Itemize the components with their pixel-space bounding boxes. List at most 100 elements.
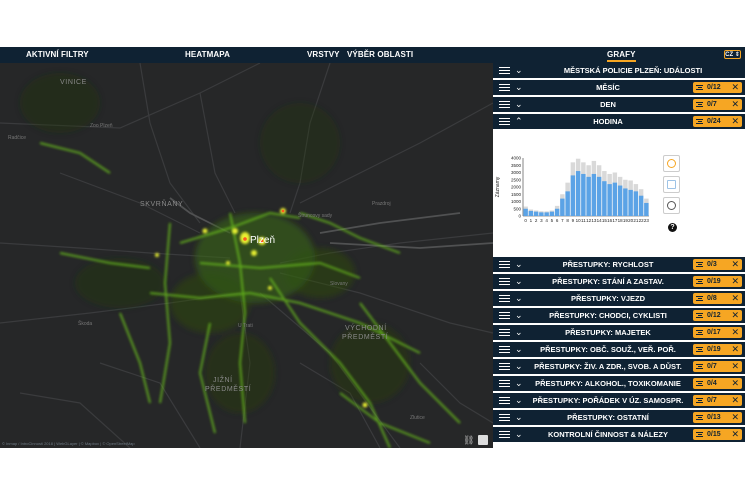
filter-count: 0/19 bbox=[707, 277, 721, 285]
clear-filter-icon[interactable]: ✕ bbox=[731, 344, 739, 355]
filter-count-badge[interactable]: 0/17 ✕ bbox=[693, 327, 742, 338]
filter-count-badge[interactable]: 0/12 ✕ bbox=[693, 82, 742, 93]
link-icon[interactable]: ⛓ bbox=[463, 435, 474, 445]
filter-count-badge[interactable]: 0/3 ✕ bbox=[693, 259, 742, 270]
filter-count-badge[interactable]: 0/15 ✕ bbox=[693, 429, 742, 440]
filter-row[interactable]: ⌄ DEN 0/7 ✕ bbox=[493, 97, 745, 112]
chevron-icon[interactable]: ⌄ bbox=[515, 428, 523, 440]
filter-row[interactable]: ⌄ PŘESTUPKY: OSTATNÍ 0/13 ✕ bbox=[493, 410, 745, 425]
drag-handle-icon[interactable] bbox=[499, 101, 510, 108]
drag-handle-icon[interactable] bbox=[499, 67, 510, 74]
filter-count-badge[interactable]: 0/24 ✕ bbox=[693, 116, 742, 127]
language-switch[interactable]: CZ ⇕ bbox=[724, 50, 741, 59]
reset-tool[interactable] bbox=[663, 197, 680, 214]
nav-area-selection[interactable]: VÝBĚR OBLASTI bbox=[347, 50, 413, 59]
label-jizni: JIŽNÍ bbox=[213, 377, 233, 384]
drag-handle-icon[interactable] bbox=[499, 118, 510, 125]
filter-row[interactable]: ⌄ MĚSÍC 0/12 ✕ bbox=[493, 80, 745, 95]
filter-row[interactable]: ⌃ HODINA 0/24 ✕ bbox=[493, 114, 745, 129]
filter-count-badge[interactable]: 0/19 ✕ bbox=[693, 344, 742, 355]
chevron-icon[interactable]: ⌄ bbox=[515, 275, 523, 287]
map-attribution[interactable]: © Inmap / IntroCinnosti 2018 | WebGLayer… bbox=[2, 441, 135, 446]
drag-handle-icon[interactable] bbox=[499, 346, 510, 353]
filter-count-badge[interactable]: 0/13 ✕ bbox=[693, 412, 742, 423]
filter-icon bbox=[696, 296, 703, 301]
drag-handle-icon[interactable] bbox=[499, 84, 510, 91]
chevron-icon[interactable]: ⌄ bbox=[515, 258, 523, 270]
clear-filter-icon[interactable]: ✕ bbox=[731, 361, 739, 372]
clear-filter-icon[interactable]: ✕ bbox=[731, 259, 739, 270]
nav-heatmap[interactable]: HEATMAPA bbox=[185, 50, 230, 59]
chevron-icon[interactable]: ⌄ bbox=[515, 394, 523, 406]
filter-count-badge[interactable]: 0/8 ✕ bbox=[693, 293, 742, 304]
x-tick-label: 23 bbox=[644, 218, 650, 223]
filter-count-badge[interactable]: 0/12 ✕ bbox=[693, 310, 742, 321]
filter-row[interactable]: ⌄ PŘESTUPKY: ALKOHOL., TOXIKOMANIE 0/4 ✕ bbox=[493, 376, 745, 391]
filter-row[interactable]: ⌄ PŘESTUPKY: CHODCI, CYKLISTI 0/12 ✕ bbox=[493, 308, 745, 323]
filter-row[interactable]: ⌄ PŘESTUPKY: MAJETEK 0/17 ✕ bbox=[493, 325, 745, 340]
drag-handle-icon[interactable] bbox=[499, 397, 510, 404]
drag-handle-icon[interactable] bbox=[499, 278, 510, 285]
filter-count-badge[interactable]: 0/4 ✕ bbox=[693, 378, 742, 389]
heatmap-map[interactable]: Plzeň VINICE Zoo Plzeň Radčice SKVRŇANY … bbox=[0, 63, 493, 448]
chevron-icon[interactable]: ⌄ bbox=[515, 343, 523, 355]
clear-filter-icon[interactable]: ✕ bbox=[731, 116, 739, 127]
chevron-icon[interactable]: ⌄ bbox=[515, 309, 523, 321]
filter-count-badge[interactable]: 0/7 ✕ bbox=[693, 361, 742, 372]
nav-layers[interactable]: VRSTVY bbox=[307, 50, 340, 59]
clear-filter-icon[interactable]: ✕ bbox=[731, 429, 739, 440]
drag-handle-icon[interactable] bbox=[499, 295, 510, 302]
chevron-icon[interactable]: ⌄ bbox=[515, 326, 523, 338]
filter-row[interactable]: ⌄ PŘESTUPKY: VJEZD 0/8 ✕ bbox=[493, 291, 745, 306]
filter-row[interactable]: ⌄ PŘESTUPKY: STÁNÍ A ZASTAV. 0/19 ✕ bbox=[493, 274, 745, 289]
clear-filter-icon[interactable]: ✕ bbox=[731, 276, 739, 287]
help-icon[interactable]: ? bbox=[668, 223, 677, 232]
clear-filter-icon[interactable]: ✕ bbox=[731, 412, 739, 423]
print-icon[interactable] bbox=[478, 435, 488, 445]
hour-histogram[interactable]: 0 500 1000 1500 2000 2500 3000 3500 4000 Záznamy 0… bbox=[493, 147, 661, 255]
chevron-icon[interactable]: ⌄ bbox=[515, 292, 523, 304]
clear-filter-icon[interactable]: ✕ bbox=[731, 378, 739, 389]
filter-count: 0/7 bbox=[707, 396, 717, 404]
clear-filter-icon[interactable]: ✕ bbox=[731, 327, 739, 338]
filter-count-badge[interactable]: 0/7 ✕ bbox=[693, 395, 742, 406]
filter-row[interactable]: ⌄ MĚSTSKÁ POLICIE PLZEŇ: UDÁLOSTI bbox=[493, 63, 745, 78]
filter-row[interactable]: ⌄ PŘESTUPKY: RYCHLOST 0/3 ✕ bbox=[493, 257, 745, 272]
drag-handle-icon[interactable] bbox=[499, 261, 510, 268]
nav-charts[interactable]: GRAFY bbox=[607, 50, 636, 62]
hour-chart[interactable]: 0 500 1000 1500 2000 2500 3000 3500 4000 Záznamy 0… bbox=[493, 147, 745, 255]
drag-handle-icon[interactable] bbox=[499, 431, 510, 438]
chevron-icon[interactable]: ⌄ bbox=[515, 81, 523, 93]
filter-count-badge[interactable]: 0/7 ✕ bbox=[693, 99, 742, 110]
clear-filter-icon[interactable]: ✕ bbox=[731, 82, 739, 93]
clear-filter-icon[interactable]: ✕ bbox=[731, 395, 739, 406]
y-tick-label: 3500 bbox=[511, 163, 522, 168]
clear-filter-icon[interactable]: ✕ bbox=[731, 293, 739, 304]
filter-row[interactable]: ⌄ PŘESTUPKY: POŘÁDEK V ÚZ. SAMOSPR. 0/7 ✕ bbox=[493, 393, 745, 408]
clear-filter-icon[interactable]: ✕ bbox=[731, 99, 739, 110]
select-tool[interactable] bbox=[663, 155, 680, 172]
drag-handle-icon[interactable] bbox=[499, 329, 510, 336]
filter-icon bbox=[696, 398, 703, 403]
filter-icon bbox=[696, 119, 703, 124]
chevron-icon[interactable]: ⌄ bbox=[515, 360, 523, 372]
drag-handle-icon[interactable] bbox=[499, 380, 510, 387]
nav-active-filters[interactable]: AKTIVNÍ FILTRY bbox=[26, 50, 89, 59]
bar-selected bbox=[575, 171, 581, 216]
chevron-icon[interactable]: ⌄ bbox=[515, 98, 523, 110]
filter-count: 0/7 bbox=[707, 362, 717, 370]
chevron-icon[interactable]: ⌄ bbox=[515, 64, 523, 76]
filter-row[interactable]: ⌄ PŘESTUPKY: OBČ. SOUŽ., VEŘ. POŘ. 0/19 ✕ bbox=[493, 342, 745, 357]
chevron-icon[interactable]: ⌄ bbox=[515, 411, 523, 423]
filter-row[interactable]: ⌄ KONTROLNÍ ČINNOST & NÁLEZY 0/15 ✕ bbox=[493, 427, 745, 442]
box-tool[interactable] bbox=[663, 176, 680, 193]
clear-filter-icon[interactable]: ✕ bbox=[731, 310, 739, 321]
chevron-icon[interactable]: ⌄ bbox=[515, 377, 523, 389]
filter-row[interactable]: ⌄ PŘESTUPKY: ŽIV. A ZDR., SVOB. A DŮST. 0/… bbox=[493, 359, 745, 374]
bar-selected bbox=[560, 198, 565, 216]
drag-handle-icon[interactable] bbox=[499, 312, 510, 319]
chevron-icon[interactable]: ⌃ bbox=[515, 115, 523, 127]
filter-count-badge[interactable]: 0/19 ✕ bbox=[693, 276, 742, 287]
drag-handle-icon[interactable] bbox=[499, 414, 510, 421]
drag-handle-icon[interactable] bbox=[499, 363, 510, 370]
